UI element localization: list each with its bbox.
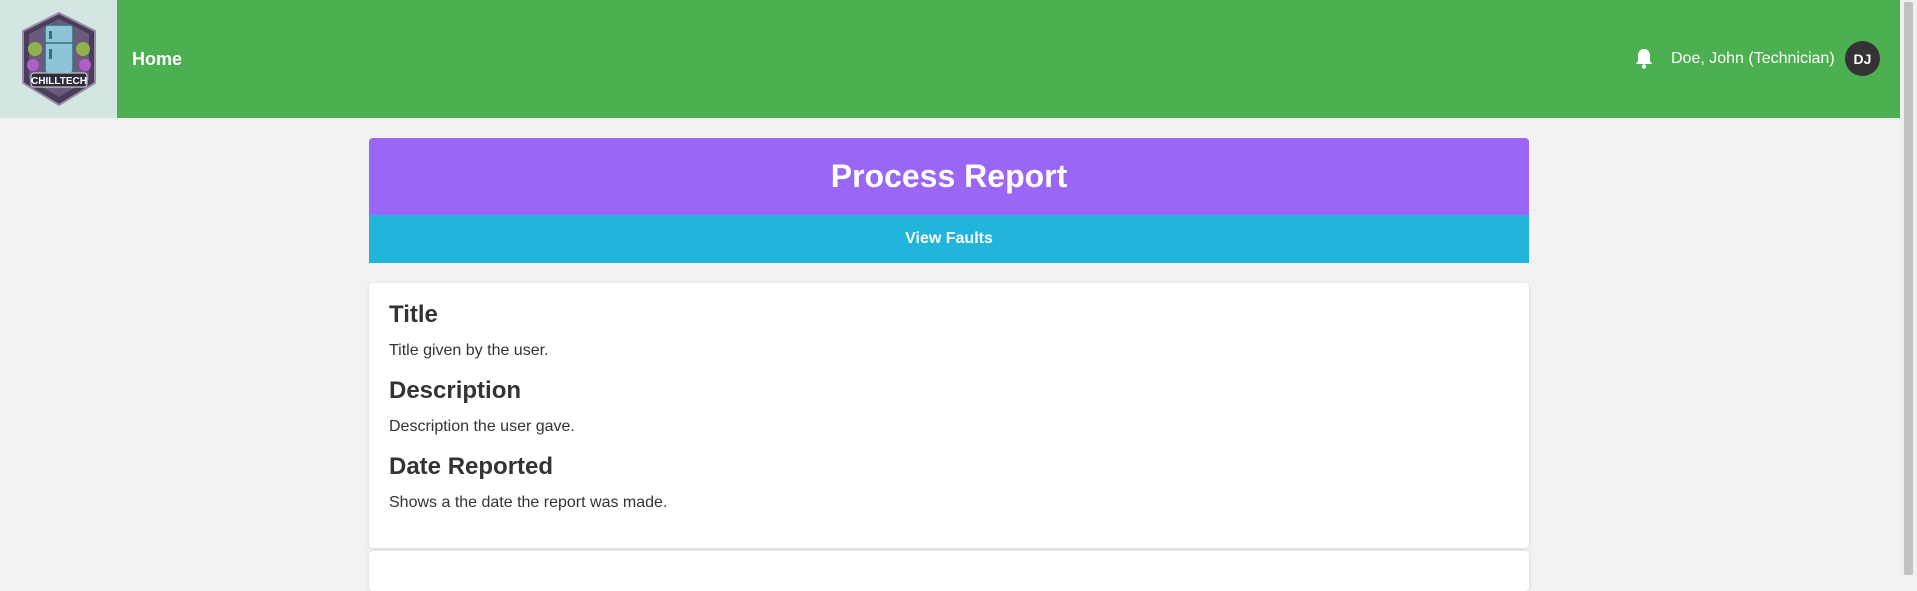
home-link[interactable]: Home xyxy=(132,0,182,118)
title-value: Title given by the user. xyxy=(389,342,549,359)
view-faults-button[interactable]: View Faults xyxy=(369,215,1529,263)
title-heading: Title xyxy=(389,301,438,328)
vertical-scrollbar[interactable] xyxy=(1900,0,1917,577)
logo-text: CHILLTECH xyxy=(31,76,87,87)
scrollbar-thumb[interactable] xyxy=(1904,2,1913,575)
date-reported-value: Shows a the date the report was made. xyxy=(389,494,668,511)
report-details-card: Title Title given by the user. Descripti… xyxy=(369,283,1529,548)
description-value: Description the user gave. xyxy=(389,418,575,435)
secondary-card xyxy=(369,551,1529,591)
page-title: Process Report xyxy=(369,138,1529,215)
bell-icon[interactable] xyxy=(1634,47,1654,69)
chilltech-logo[interactable]: CHILLTECH xyxy=(0,0,117,118)
user-name[interactable]: Doe, John (Technician) xyxy=(1671,0,1835,118)
logo-icon: CHILLTECH xyxy=(21,11,96,107)
avatar[interactable]: DJ xyxy=(1845,41,1880,76)
top-navbar: CHILLTECH Home Doe, John (Technician) DJ xyxy=(0,0,1900,118)
description-heading: Description xyxy=(389,377,522,404)
date-reported-heading: Date Reported xyxy=(389,453,554,480)
